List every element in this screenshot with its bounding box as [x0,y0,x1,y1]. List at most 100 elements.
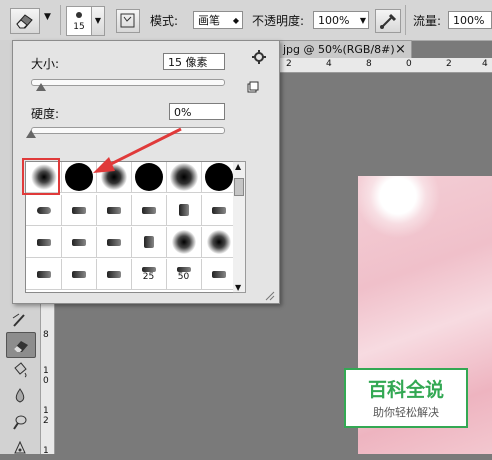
eraser-icon [16,14,33,29]
brush-picker-dropdown[interactable]: ▼ [91,6,105,36]
brush-tip-icon [106,206,121,214]
horizontal-ruler: 2 4 8 0 2 4 [278,58,492,73]
size-slider-thumb[interactable] [35,83,46,91]
preset-tip[interactable] [61,195,97,226]
ruler-label: 2 [446,59,452,69]
brush-tip-icon [71,238,86,246]
opacity-label: 不透明度: [252,14,305,28]
history-brush-icon [12,313,25,327]
brush-tip-icon [36,270,51,278]
brush-preset-panel: 大小: 15 像素 硬度: 0% 25 50 ▲ ▼ [12,40,280,304]
eraser-tool[interactable] [6,332,36,358]
brush-tip-icon [143,236,154,248]
pen-tool[interactable] [6,436,34,460]
resize-grip-icon[interactable] [265,291,275,301]
soft-brush-tip [206,230,231,254]
hardness-input[interactable]: 0% [169,103,225,120]
preset-tip[interactable] [26,259,62,290]
brush-tip-icon [211,270,226,278]
mode-label: 模式: [150,14,179,28]
preset-tip[interactable] [26,195,62,226]
ruler-label: 1 [43,406,49,416]
scroll-down-icon[interactable]: ▼ [235,283,241,292]
flow-input[interactable]: 100% [448,11,492,29]
brush-panel-toggle[interactable] [116,9,140,33]
chevron-down-icon[interactable]: ▼ [44,12,51,22]
size-slider[interactable] [31,79,225,86]
preset-size-number: 25 [142,271,155,282]
options-bar: ▼ 15 ▼ 模式: 画笔 ◆ 不透明度: 100% ▼ 流量: 100% [0,0,492,41]
hardness-value: 0% [174,106,192,119]
selected-preset-highlight [22,158,60,195]
ruler-label: 0 [43,376,49,386]
preset-tip[interactable] [61,259,97,290]
brush-tip-icon [106,238,121,246]
preset-hard-round[interactable] [201,162,234,193]
ruler-label: 4 [482,59,488,69]
preset-tip[interactable] [96,259,132,290]
dodge-icon [13,415,27,430]
ruler-label: 2 [43,416,49,426]
new-preset-icon[interactable] [247,81,259,93]
ruler-label: 0 [406,59,412,69]
gear-icon[interactable] [251,49,267,65]
document-title: jpg @ 50%(RGB/8#) [283,43,395,56]
size-input[interactable]: 15 像素 [163,53,225,70]
brush-tip-icon [211,206,226,214]
ruler-label: 8 [366,59,372,69]
opacity-input[interactable]: 100% ▼ [313,11,369,29]
preset-tip-25[interactable]: 25 [131,259,167,290]
airbrush-toggle[interactable] [375,9,401,33]
hard-brush-tip [204,163,233,191]
preset-tip-50[interactable]: 50 [166,259,202,290]
watermark-subtitle: 助你轻松解决 [373,406,439,419]
brush-tip-icon [106,270,121,278]
size-label: 大小: [31,57,60,71]
dodge-tool[interactable] [6,410,34,434]
pointer-arrow [93,127,182,173]
history-brush-tool[interactable] [6,308,34,332]
mode-select[interactable]: 画笔 ◆ [193,11,243,29]
preset-tip[interactable] [131,227,167,258]
preset-tip[interactable] [201,195,234,226]
opacity-value: 100% [318,14,350,27]
ruler-label: 4 [326,59,332,69]
blur-tool[interactable] [6,384,34,408]
preset-soft-round[interactable] [201,227,234,258]
scrollbar-thumb[interactable] [234,178,244,196]
paint-bucket-tool[interactable] [6,358,34,382]
brush-panel-toggle-icon [120,13,135,28]
brush-tip-icon [36,238,51,246]
pen-icon [14,440,26,454]
close-icon[interactable]: × [395,41,406,59]
flow-label: 流量: [413,14,442,28]
ruler-label: 1 [43,446,49,456]
preset-tip[interactable] [201,259,234,290]
preset-size-number: 50 [177,271,190,282]
tool-preset-picker[interactable] [10,8,40,34]
hardness-slider-thumb[interactable] [26,130,36,138]
preset-tip[interactable] [96,195,132,226]
airbrush-icon [380,13,397,29]
brush-tip-icon [178,204,189,216]
hardness-label: 硬度: [31,107,60,121]
watermark-title: 百科全说 [367,379,444,401]
document-tab[interactable]: jpg @ 50%(RGB/8#) × [260,40,412,59]
preset-tip[interactable] [96,227,132,258]
brush-picker[interactable]: 15 [66,6,92,36]
brush-tip-icon [141,206,156,214]
size-value: 15 像素 [168,56,208,69]
scroll-up-icon[interactable]: ▲ [235,162,241,171]
flow-value: 100% [453,14,485,27]
preset-scrollbar[interactable]: ▲ ▼ [233,161,246,293]
vertical-ruler: 8 1 0 1 2 1 [40,300,55,456]
preset-tip[interactable] [61,227,97,258]
brush-preview-icon [76,12,82,18]
mode-value: 画笔 [198,14,220,27]
blur-icon [15,388,25,403]
eraser-icon [14,341,28,352]
preset-tip[interactable] [26,227,62,258]
preset-soft-round[interactable] [166,227,202,258]
preset-tip[interactable] [166,195,202,226]
preset-tip[interactable] [131,195,167,226]
